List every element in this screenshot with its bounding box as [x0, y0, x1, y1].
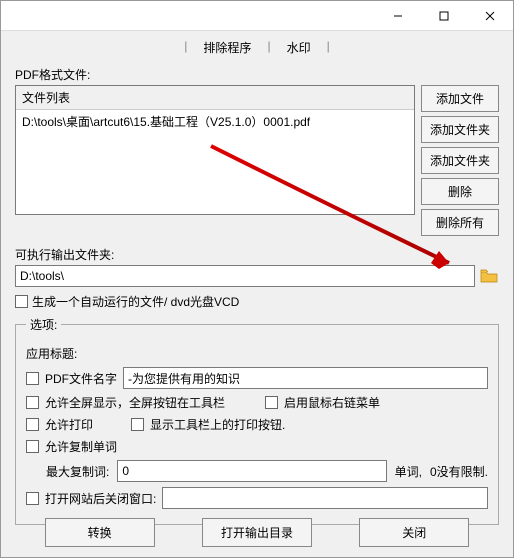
tab-separator: | — [319, 37, 338, 58]
add-file-button[interactable]: 添加文件 — [421, 85, 499, 112]
close-window-checkbox[interactable] — [26, 492, 39, 505]
options-legend: 选项: — [26, 316, 61, 333]
allow-copy-label: 允许复制单词 — [45, 438, 117, 455]
rightclick-checkbox[interactable] — [265, 396, 278, 409]
close-button-bottom[interactable]: 关闭 — [359, 518, 469, 547]
fullscreen-label: 允许全屏显示，全屏按钮在工具栏 — [45, 394, 225, 411]
output-folder-input[interactable] — [15, 265, 475, 287]
tab-exclude[interactable]: 排除程序 — [195, 37, 259, 58]
autorun-label: 生成一个自动运行的文件/ dvd光盘VCD — [32, 293, 239, 310]
pdf-filename-input[interactable] — [123, 367, 488, 389]
autorun-checkbox[interactable] — [15, 295, 28, 308]
max-copy-label: 最大复制词: — [46, 463, 109, 480]
add-folder-button-2[interactable]: 添加文件夹 — [421, 147, 499, 174]
output-folder-label: 可执行输出文件夹: — [15, 246, 499, 263]
delete-all-button[interactable]: 删除所有 — [421, 209, 499, 236]
fullscreen-checkbox[interactable] — [26, 396, 39, 409]
file-list-table[interactable]: 文件列表 D:\tools\桌面\artcut6\15.基础工程（V25.1.0… — [15, 85, 415, 215]
tab-watermark[interactable]: 水印 — [279, 37, 319, 58]
rightclick-label: 启用鼠标右链菜单 — [284, 394, 380, 411]
minimize-button[interactable] — [375, 1, 421, 31]
close-window-label: 打开网站后关闭窗口: — [45, 490, 156, 507]
show-print-btn-checkbox[interactable] — [131, 418, 144, 431]
open-output-button[interactable]: 打开输出目录 — [202, 518, 312, 547]
no-limit-label: 0没有限制. — [430, 463, 488, 480]
close-window-url-input[interactable] — [162, 487, 488, 509]
allow-copy-checkbox[interactable] — [26, 440, 39, 453]
tab-separator: | — [259, 37, 278, 58]
maximize-button[interactable] — [421, 1, 467, 31]
convert-button[interactable]: 转换 — [45, 518, 155, 547]
allow-print-checkbox[interactable] — [26, 418, 39, 431]
add-folder-button[interactable]: 添加文件夹 — [421, 116, 499, 143]
delete-button[interactable]: 删除 — [421, 178, 499, 205]
browse-folder-icon[interactable] — [479, 267, 499, 285]
pdf-files-label: PDF格式文件: — [15, 66, 499, 83]
tab-separator: | — [176, 37, 195, 58]
max-copy-input[interactable] — [117, 460, 386, 482]
allow-print-label: 允许打印 — [45, 416, 125, 433]
show-print-btn-label: 显示工具栏上的打印按钮. — [150, 416, 285, 433]
pdf-filename-label: PDF文件名字 — [45, 370, 117, 387]
word-unit-label: 单词, — [395, 463, 422, 480]
table-row[interactable]: D:\tools\桌面\artcut6\15.基础工程（V25.1.0）0001… — [16, 110, 414, 133]
close-button[interactable] — [467, 1, 513, 31]
app-title-label: 应用标题: — [26, 345, 488, 362]
file-list-header: 文件列表 — [16, 86, 414, 110]
pdf-filename-checkbox[interactable] — [26, 372, 39, 385]
